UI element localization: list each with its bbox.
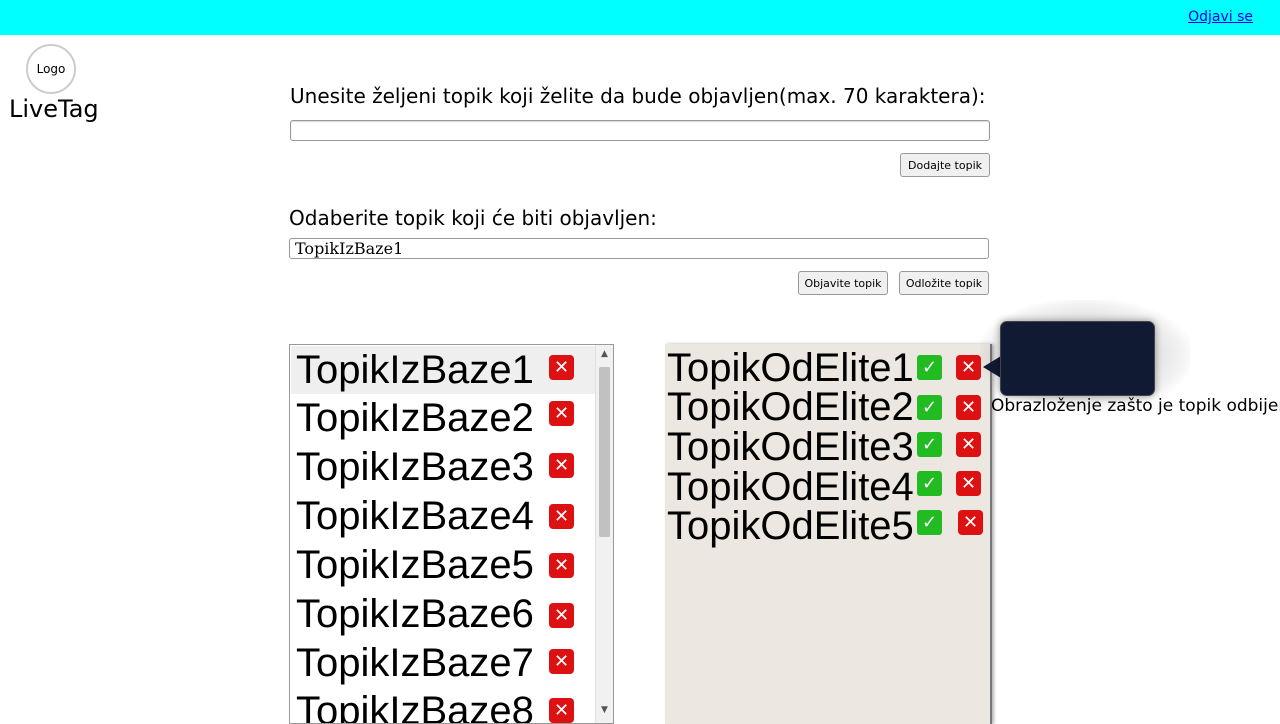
top-bar: Odjavi se bbox=[0, 0, 1280, 35]
db-topic-item[interactable]: TopikIzBaze1 bbox=[296, 348, 534, 392]
close-icon[interactable]: ✕ bbox=[956, 471, 981, 496]
close-icon[interactable]: ✕ bbox=[956, 355, 981, 380]
new-topic-input[interactable] bbox=[290, 120, 990, 141]
close-icon[interactable]: ✕ bbox=[549, 649, 574, 674]
close-icon[interactable]: ✕ bbox=[549, 355, 574, 380]
db-topic-item[interactable]: TopikIzBaze7 bbox=[296, 641, 534, 685]
check-icon[interactable]: ✓ bbox=[917, 432, 942, 457]
close-icon[interactable]: ✕ bbox=[549, 401, 574, 426]
tooltip-arrow bbox=[983, 356, 1001, 378]
logo[interactable]: Logo bbox=[26, 44, 76, 94]
scrollbar[interactable]: ▲ ▼ bbox=[595, 345, 613, 723]
db-topic-item[interactable]: TopikIzBaze6 bbox=[296, 592, 534, 636]
db-topic-item[interactable]: TopikIzBaze5 bbox=[296, 543, 534, 587]
db-topic-item[interactable]: TopikIzBaze4 bbox=[296, 494, 534, 538]
elite-topic-item: TopikOdElite5 bbox=[667, 504, 914, 548]
close-icon[interactable]: ✕ bbox=[956, 395, 981, 420]
close-icon[interactable]: ✕ bbox=[549, 603, 574, 628]
logout-link[interactable]: Odjavi se bbox=[1188, 9, 1253, 25]
brand-name: LiveTag bbox=[9, 95, 99, 123]
check-icon[interactable]: ✓ bbox=[917, 395, 942, 420]
db-topic-item[interactable]: TopikIzBaze3 bbox=[296, 445, 534, 489]
scroll-up-icon[interactable]: ▲ bbox=[596, 345, 613, 362]
elite-topic-item: TopikOdElite3 bbox=[667, 425, 914, 469]
close-icon[interactable]: ✕ bbox=[549, 553, 574, 578]
db-topic-item[interactable]: TopikIzBaze2 bbox=[296, 396, 534, 440]
scroll-thumb[interactable] bbox=[599, 367, 610, 537]
add-topic-label: Unesite željeni topik koji želite da bud… bbox=[290, 84, 986, 108]
close-icon[interactable]: ✕ bbox=[549, 504, 574, 529]
close-icon[interactable]: ✕ bbox=[549, 698, 574, 723]
scroll-down-icon[interactable]: ▼ bbox=[596, 701, 613, 718]
close-icon[interactable]: ✕ bbox=[958, 510, 983, 535]
elite-topic-item: TopikOdElite4 bbox=[667, 465, 914, 509]
reject-reason-text: Obrazloženje zašto je topik odbijen bbox=[991, 396, 1280, 416]
choose-topic-label: Odaberite topik koji će biti objavljen: bbox=[289, 206, 657, 230]
topic-select[interactable]: TopikIzBaze1 bbox=[289, 238, 989, 259]
publish-topic-button[interactable]: Objavite topik bbox=[798, 271, 888, 295]
elite-topics-list: TopikOdElite1 ✓ ✕ TopikOdElite2 ✓ ✕ Topi… bbox=[665, 344, 992, 724]
check-icon[interactable]: ✓ bbox=[917, 510, 942, 535]
elite-topic-item: TopikOdElite2 bbox=[667, 385, 914, 429]
logo-text: Logo bbox=[36, 62, 66, 76]
add-topic-button[interactable]: Dodajte topik bbox=[900, 153, 990, 177]
reject-reason-tooltip bbox=[1000, 321, 1155, 396]
check-icon[interactable]: ✓ bbox=[917, 355, 942, 380]
db-topic-item[interactable]: TopikIzBaze8 bbox=[296, 689, 534, 723]
postpone-topic-button[interactable]: Odložite topik bbox=[899, 271, 989, 295]
elite-topic-item: TopikOdElite1 bbox=[667, 346, 914, 390]
close-icon[interactable]: ✕ bbox=[549, 453, 574, 478]
db-topics-list[interactable]: TopikIzBaze1 ✕ TopikIzBaze2 ✕ TopikIzBaz… bbox=[289, 344, 614, 724]
check-icon[interactable]: ✓ bbox=[917, 471, 942, 496]
close-icon[interactable]: ✕ bbox=[956, 432, 981, 457]
